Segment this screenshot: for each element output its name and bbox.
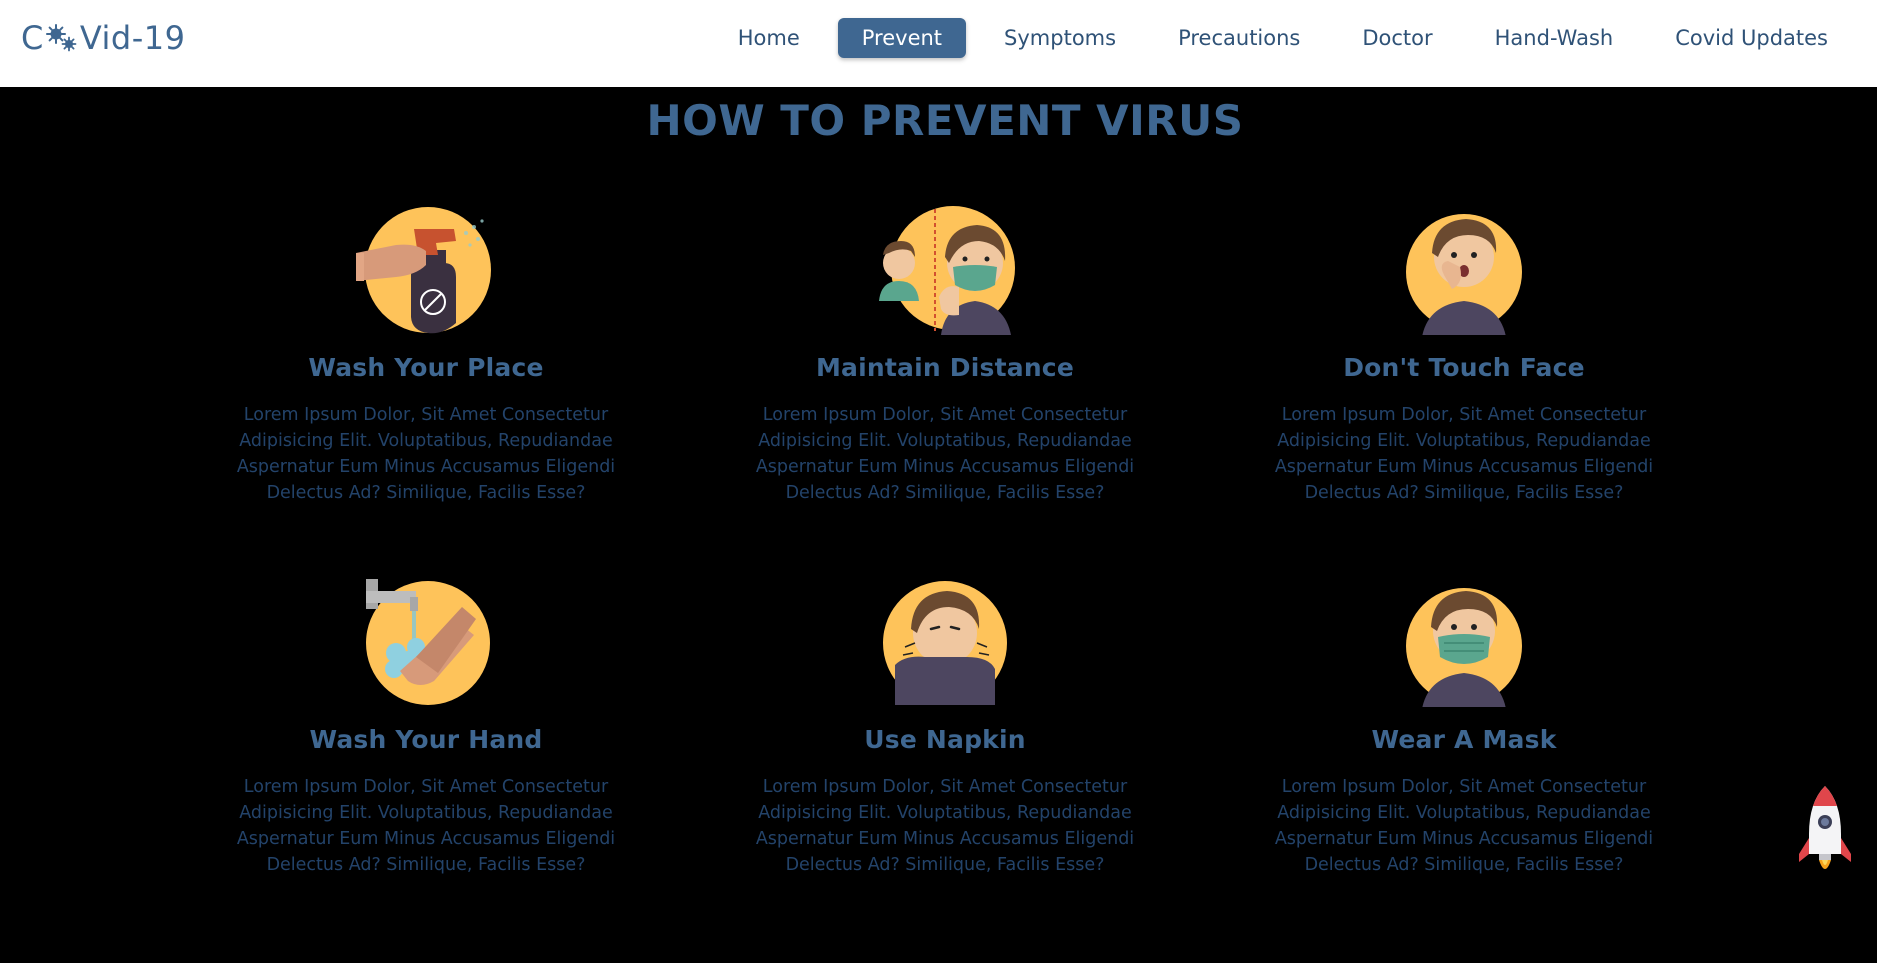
nav-home[interactable]: Home (714, 18, 824, 58)
scroll-top-button[interactable] (1797, 782, 1853, 878)
prevent-card: Use Napkin Lorem Ipsum Dolor, Sit Amet C… (735, 577, 1155, 878)
card-text: Lorem Ipsum Dolor, Sit Amet Consectetur … (1274, 777, 1654, 875)
main-nav: Home Prevent Symptoms Precautions Doctor… (700, 18, 1852, 58)
card-title: Use Napkin (864, 725, 1026, 754)
card-title: Wear A Mask (1371, 725, 1557, 754)
nav-covid-updates[interactable]: Covid Updates (1651, 18, 1852, 58)
rocket-icon (1799, 786, 1851, 869)
virus-icon (45, 23, 79, 53)
prevent-card: Maintain Distance Lorem Ipsum Dolor, Sit… (735, 205, 1155, 506)
hand-wash-icon (356, 577, 496, 707)
nav-prevent[interactable]: Prevent (837, 18, 967, 58)
card-title: Wash Your Hand (309, 725, 543, 754)
nav-doctor[interactable]: Doctor (1338, 18, 1456, 58)
prevent-card: Wash Your Place Lorem Ipsum Dolor, Sit A… (216, 205, 636, 506)
distance-icon (875, 205, 1015, 335)
section-title: HOW TO PREVENT VIRUS (646, 96, 1244, 145)
card-title: Maintain Distance (815, 353, 1074, 382)
mask-icon (1394, 577, 1534, 709)
nav-hand-wash[interactable]: Hand-Wash (1471, 18, 1638, 58)
spray-bottle-icon (356, 205, 496, 335)
site-logo[interactable]: C Vid-19 (21, 18, 186, 58)
card-text: Lorem Ipsum Dolor, Sit Amet Consectetur … (236, 405, 616, 503)
card-title: Don't Touch Face (1343, 353, 1585, 382)
logo-prefix: C (21, 19, 44, 57)
prevent-card: Don't Touch Face Lorem Ipsum Dolor, Sit … (1254, 205, 1674, 506)
card-text: Lorem Ipsum Dolor, Sit Amet Consectetur … (1274, 405, 1654, 503)
card-text: Lorem Ipsum Dolor, Sit Amet Consectetur … (755, 777, 1135, 875)
nav-symptoms[interactable]: Symptoms (980, 18, 1140, 58)
card-title: Wash Your Place (308, 353, 544, 382)
touch-face-icon (1394, 205, 1534, 337)
prevent-card: Wear A Mask Lorem Ipsum Dolor, Sit Amet … (1254, 577, 1674, 878)
napkin-icon (875, 577, 1015, 707)
nav-precautions[interactable]: Precautions (1154, 18, 1324, 58)
site-header: C Vid-19 Home Prevent Symptoms Precautio… (0, 0, 1877, 87)
card-text: Lorem Ipsum Dolor, Sit Amet Consectetur … (755, 405, 1135, 503)
card-text: Lorem Ipsum Dolor, Sit Amet Consectetur … (236, 777, 616, 875)
prevent-card: Wash Your Hand Lorem Ipsum Dolor, Sit Am… (216, 577, 636, 878)
logo-suffix: Vid-19 (79, 19, 186, 57)
